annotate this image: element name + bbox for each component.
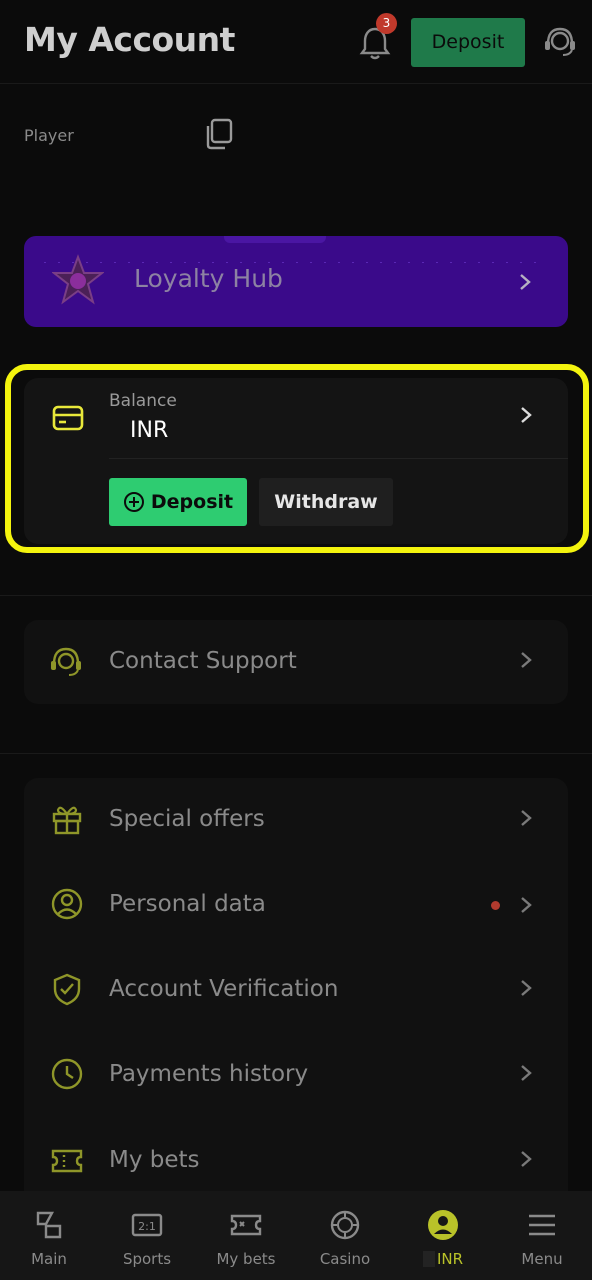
chevron-right-icon <box>521 897 532 913</box>
headset-icon <box>51 647 81 676</box>
ticket-icon <box>51 1149 83 1173</box>
deposit-button-label: Deposit <box>150 491 234 513</box>
headset-icon[interactable] <box>542 24 578 60</box>
player-label: Player <box>24 126 74 145</box>
main-icon <box>36 1211 62 1239</box>
svg-text:2:1: 2:1 <box>138 1220 156 1233</box>
list-item-label: Account Verification <box>109 976 339 1002</box>
nav-label: Main <box>31 1250 67 1268</box>
loyalty-dots <box>44 262 548 263</box>
withdraw-button[interactable]: Withdraw <box>259 478 393 526</box>
notification-badge: 3 <box>376 13 397 34</box>
balance-currency: INR <box>130 418 169 443</box>
user-icon <box>428 1210 458 1240</box>
clock-icon <box>51 1058 83 1090</box>
chevron-right-icon <box>521 1065 532 1081</box>
hamburger-icon <box>529 1214 555 1236</box>
chevron-right-icon[interactable] <box>519 406 533 424</box>
copy-icon[interactable] <box>203 117 235 151</box>
balance-card[interactable]: Balance INR Deposit Withdraw <box>24 378 568 544</box>
chevron-right-icon <box>521 810 532 826</box>
nav-label-text: INR <box>436 1250 464 1268</box>
notification-dot <box>491 901 500 910</box>
star-icon <box>52 254 104 305</box>
deposit-button[interactable]: Deposit <box>109 478 247 526</box>
nav-main[interactable]: Main <box>0 1191 98 1280</box>
header: My Account 3 Deposit <box>0 0 592 84</box>
bottom-navigation: Main 2:1 Sports My bets Casino INR Menu <box>0 1191 592 1280</box>
nav-label: Casino <box>319 1250 371 1268</box>
ticket-icon <box>230 1214 262 1236</box>
shield-check-icon <box>53 973 81 1006</box>
section-divider <box>0 753 592 754</box>
divider <box>109 458 568 459</box>
nav-label: INR <box>394 1250 492 1268</box>
loyalty-notch <box>224 236 326 243</box>
list-item-label: Payments history <box>109 1061 309 1087</box>
gift-icon <box>52 806 82 835</box>
nav-menu[interactable]: Menu <box>493 1191 591 1280</box>
list-item-label: Special offers <box>109 806 265 832</box>
section-divider <box>0 595 592 596</box>
nav-my-bets[interactable]: My bets <box>197 1191 295 1280</box>
casino-chip-icon <box>330 1210 360 1240</box>
nav-label: Menu <box>521 1250 563 1268</box>
sports-icon: 2:1 <box>131 1213 163 1237</box>
chevron-right-icon <box>521 980 532 996</box>
currency-chip <box>422 1251 435 1267</box>
nav-label: Sports <box>122 1250 172 1268</box>
list-item-label: Personal data <box>109 891 266 917</box>
nav-label: My bets <box>216 1250 276 1268</box>
nav-account[interactable]: INR <box>394 1191 492 1280</box>
contact-support-row[interactable]: Contact Support <box>24 620 568 704</box>
chevron-right-icon <box>520 274 531 290</box>
user-circle-icon <box>51 888 83 920</box>
chevron-right-icon <box>521 652 532 668</box>
credit-card-icon <box>52 405 84 431</box>
page-title: My Account <box>24 20 235 59</box>
account-menu-list: Special offers Personal data Account Ver… <box>24 778 568 1198</box>
plus-circle-icon <box>123 492 144 512</box>
contact-support-label: Contact Support <box>109 648 297 674</box>
header-deposit-button[interactable]: Deposit <box>411 18 525 67</box>
balance-label: Balance <box>109 391 177 411</box>
nav-casino[interactable]: Casino <box>296 1191 394 1280</box>
loyalty-hub-banner[interactable]: Loyalty Hub <box>24 236 568 327</box>
nav-sports[interactable]: 2:1 Sports <box>98 1191 196 1280</box>
list-item-label: My bets <box>109 1147 200 1173</box>
loyalty-hub-label: Loyalty Hub <box>134 264 283 293</box>
chevron-right-icon <box>521 1151 532 1167</box>
